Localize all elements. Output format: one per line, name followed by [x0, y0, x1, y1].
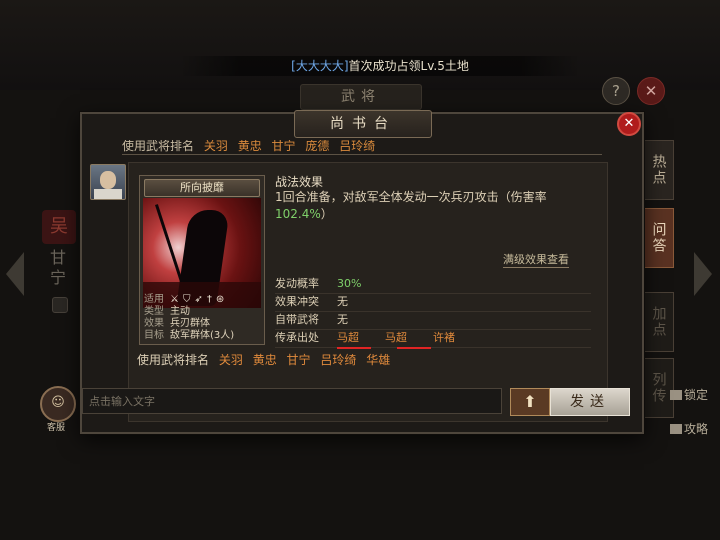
annotation-underline — [397, 347, 431, 349]
faction-badge: 吴 — [42, 210, 76, 244]
background-close-button[interactable]: ✕ — [637, 77, 665, 105]
ranking-general[interactable]: 黄忠 — [253, 353, 277, 367]
modal-close-button[interactable]: ✕ — [617, 112, 641, 136]
stat-value: 无 — [337, 295, 348, 308]
shield-icon: ⛉ — [182, 294, 195, 305]
tactic-card[interactable]: 所向披靡 适用 ⚔⛉➶†⊛ 类型 主动 效果 兵刃群体 目标 敌军群体(3人) — [139, 175, 265, 345]
chat-bar: 点击输入文字 ⬆ 发送 — [82, 388, 634, 418]
customer-service-label: 客服 — [46, 423, 65, 433]
full-level-effect-link[interactable]: 满级效果查看 — [503, 251, 569, 268]
annotation-underline — [337, 347, 371, 349]
inherit-source-general[interactable]: 马超 — [385, 331, 407, 344]
unit-type-icons: ⚔⛉➶†⊛ — [170, 294, 228, 305]
inherit-source-general[interactable]: 许褚 — [433, 331, 455, 344]
lock-label: 锁定 — [684, 388, 709, 402]
hero-name: 甘宁 — [49, 248, 66, 287]
stat-key: 发动概率 — [275, 277, 319, 290]
card-info-row: 目标 敌军群体(3人) — [144, 330, 262, 342]
ticker-text: 首次成功占领Lv.5土地 — [348, 59, 469, 73]
ranking-general[interactable]: 甘宁 — [287, 353, 311, 367]
card-info-value: 主动 — [170, 306, 190, 317]
tactic-card-art — [143, 198, 261, 308]
spear-icon: ⚔ — [170, 294, 183, 305]
scrolled-general[interactable]: 关羽 — [204, 140, 228, 153]
stat-row: 自带武将 无 — [275, 311, 591, 330]
card-info-key: 效果 — [144, 318, 164, 329]
inherit-source-general[interactable]: 马超 — [337, 331, 359, 344]
scrolled-ranking-row: 使用武将排名 关羽 黄忠 甘宁 庞德 吕玲绮 — [122, 140, 602, 155]
card-info-value: 敌军群体(3人) — [170, 330, 235, 341]
stat-value: 30% — [337, 277, 362, 290]
next-hero-arrow-icon[interactable] — [694, 252, 712, 296]
send-button[interactable]: 发送 — [550, 388, 630, 416]
side-tab-points[interactable]: 加点 — [642, 292, 674, 352]
sword-icon: † — [206, 294, 216, 305]
modal-title: 尚书台 — [294, 110, 432, 138]
effect-title: 战法效果 — [275, 175, 324, 189]
card-info-key: 目标 — [144, 330, 164, 341]
stat-row: 传承出处 马超 马超 许褚 — [275, 329, 591, 348]
help-button[interactable]: ? — [602, 77, 630, 105]
scrolled-general[interactable]: 黄忠 — [238, 140, 262, 153]
card-info-row: 适用 ⚔⛉➶†⊛ — [144, 294, 262, 306]
expand-up-button[interactable]: ⬆ — [510, 388, 550, 416]
ranking-general[interactable]: 华雄 — [366, 353, 390, 367]
customer-service-icon[interactable]: ☺ — [40, 386, 76, 422]
avatar-face — [100, 171, 116, 189]
user-avatar[interactable] — [90, 164, 126, 200]
tactic-card-name: 所向披靡 — [144, 179, 260, 197]
side-tab-qa[interactable]: 问答 — [642, 208, 674, 268]
card-info-row: 类型 主动 — [144, 306, 262, 318]
scrolled-general[interactable]: 庞德 — [305, 140, 329, 153]
speaker-icon[interactable] — [52, 297, 68, 313]
prev-hero-arrow-icon[interactable] — [6, 252, 24, 296]
avatar-robe — [94, 189, 122, 199]
guide-label: 攻略 — [684, 422, 709, 436]
tactic-detail-panel: 所向披靡 适用 ⚔⛉➶†⊛ 类型 主动 效果 兵刃群体 目标 敌军群体(3人) 战法效果… — [128, 162, 608, 422]
stat-key: 自带武将 — [275, 313, 319, 326]
guide-icon — [670, 424, 682, 434]
shangshutai-modal: 尚书台 ✕ 使用武将排名 关羽 黄忠 甘宁 庞德 吕玲绮 所向披靡 适用 ⚔⛉➶†… — [80, 110, 644, 434]
effect-description: 1回合准备，对敌军全体发动一次兵刃攻击（伤害率 102.4%） — [275, 189, 575, 223]
general-ranking-row: 使用武将排名 关羽 黄忠 甘宁 吕玲绮 华雄 — [137, 351, 597, 368]
guide-option[interactable]: 攻略 — [670, 420, 708, 437]
tactic-card-info: 适用 ⚔⛉➶†⊛ 类型 主动 效果 兵刃群体 目标 敌军群体(3人) — [144, 294, 262, 342]
bow-icon: ➶ — [194, 294, 207, 305]
effect-desc-suffix: ） — [320, 207, 333, 221]
lock-icon — [670, 390, 682, 400]
catapult-icon: ⊛ — [215, 294, 229, 305]
side-tab-hot[interactable]: 热点 — [642, 140, 674, 200]
card-info-key: 适用 — [144, 294, 164, 305]
stat-row: 发动概率 30% — [275, 275, 591, 294]
background-tab-generals[interactable]: 武将 — [300, 84, 422, 110]
ticker-player-name: [大大大大] — [291, 59, 349, 73]
damage-rate-value: 102.4% — [275, 207, 321, 221]
ranking-general[interactable]: 关羽 — [219, 353, 243, 367]
card-info-value: 兵刃群体 — [170, 318, 210, 329]
ranking-general[interactable]: 吕玲绮 — [320, 353, 356, 367]
stat-value: 无 — [337, 313, 348, 326]
scrolled-general[interactable]: 吕玲绮 — [339, 140, 375, 153]
card-info-key: 类型 — [144, 306, 164, 317]
scrolled-ranking-label: 使用武将排名 — [122, 140, 195, 153]
effect-desc-text: 1回合准备，对敌军全体发动一次兵刃攻击（伤害率 — [275, 190, 547, 204]
stat-key: 效果冲突 — [275, 295, 319, 308]
stat-row: 效果冲突 无 — [275, 293, 591, 312]
lock-option[interactable]: 锁定 — [670, 386, 708, 403]
ranking-label: 使用武将排名 — [137, 353, 210, 367]
chat-input[interactable]: 点击输入文字 — [82, 388, 502, 414]
card-info-row: 效果 兵刃群体 — [144, 318, 262, 330]
announcement-ticker: [大大大大]首次成功占领Lv.5土地 — [180, 56, 580, 76]
stat-key: 传承出处 — [275, 331, 319, 344]
scrolled-general[interactable]: 甘宁 — [272, 140, 296, 153]
